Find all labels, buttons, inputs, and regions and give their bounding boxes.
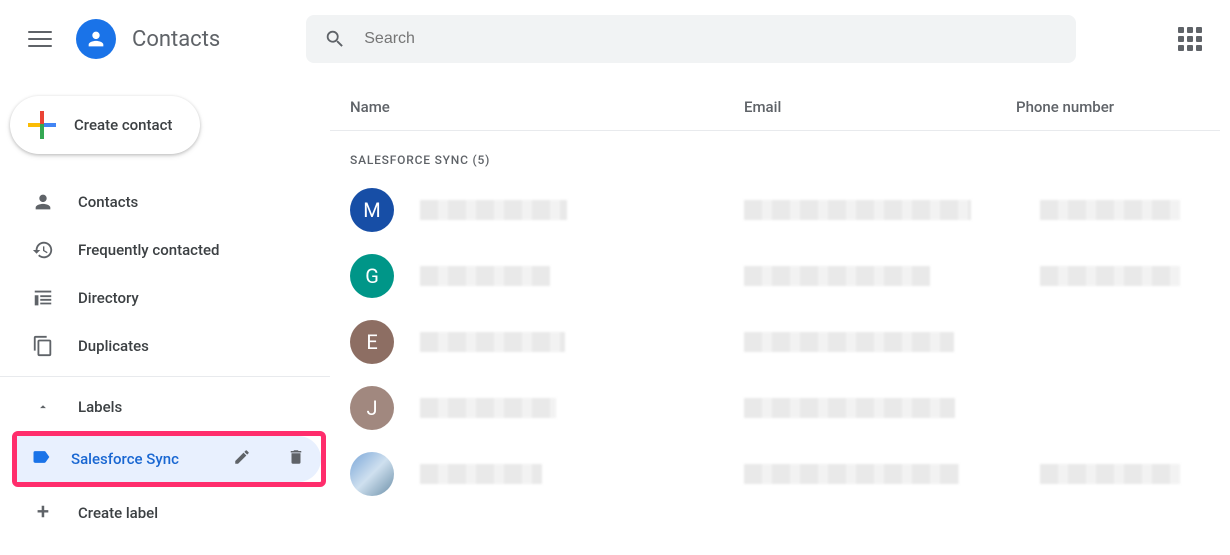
avatar: J — [350, 386, 394, 430]
label-text: Salesforce Sync — [71, 450, 213, 468]
redacted-phone — [1040, 200, 1180, 220]
avatar: M — [350, 188, 394, 232]
app-title: Contacts — [132, 27, 220, 52]
labels-section-header[interactable]: Labels — [0, 383, 330, 431]
section-title: SALESFORCE SYNC (5) — [330, 131, 1220, 177]
sidebar-item-label: Duplicates — [78, 337, 149, 355]
create-contact-label: Create contact — [74, 116, 172, 134]
search-input[interactable] — [364, 30, 1058, 48]
redacted-name — [420, 464, 542, 484]
delete-label-icon[interactable] — [287, 448, 305, 470]
sidebar-item-duplicates[interactable]: Duplicates — [0, 322, 330, 370]
main-menu-icon[interactable] — [28, 27, 52, 51]
create-label-text: Create label — [78, 504, 158, 522]
redacted-phone — [1040, 266, 1180, 286]
duplicates-icon — [32, 335, 54, 357]
redacted-name — [420, 332, 565, 352]
contact-row[interactable] — [330, 441, 1220, 507]
sidebar-item-label: Frequently contacted — [78, 241, 219, 259]
redacted-phone — [1040, 464, 1180, 484]
labels-header-text: Labels — [78, 398, 122, 416]
redacted-email — [744, 398, 955, 418]
search-icon — [324, 28, 346, 50]
app-header: Contacts — [0, 0, 1230, 78]
search-box[interactable] — [306, 15, 1076, 63]
google-apps-icon[interactable] — [1178, 27, 1202, 51]
sidebar: Create contact Contacts Frequently conta… — [0, 78, 330, 535]
person-icon — [32, 191, 54, 213]
directory-icon — [32, 287, 54, 309]
create-label-button[interactable]: + Create label — [0, 491, 330, 535]
avatar: E — [350, 320, 394, 364]
redacted-email — [744, 200, 971, 220]
main-content: Name Email Phone number SALESFORCE SYNC … — [330, 78, 1230, 535]
highlight-annotation: Salesforce Sync — [12, 431, 326, 487]
sidebar-item-label: Contacts — [78, 193, 138, 211]
avatar: G — [350, 254, 394, 298]
contact-row[interactable]: G — [330, 243, 1220, 309]
sidebar-item-label: Directory — [78, 289, 139, 307]
column-header-email: Email — [744, 98, 1016, 116]
contact-row[interactable]: E — [330, 309, 1220, 375]
plus-icon — [28, 111, 56, 139]
redacted-name — [420, 398, 556, 418]
sidebar-item-contacts[interactable]: Contacts — [0, 178, 330, 226]
plus-thin-icon: + — [32, 502, 54, 524]
redacted-email — [744, 464, 959, 484]
column-header-phone: Phone number — [1016, 98, 1200, 116]
redacted-name — [420, 200, 567, 220]
table-header: Name Email Phone number — [330, 88, 1220, 131]
chevron-up-icon — [32, 400, 54, 414]
contacts-logo — [76, 19, 116, 59]
history-icon — [32, 239, 54, 261]
redacted-name — [420, 266, 550, 286]
contact-row[interactable]: J — [330, 375, 1220, 441]
label-icon — [31, 447, 51, 471]
create-contact-button[interactable]: Create contact — [10, 96, 200, 154]
edit-label-icon[interactable] — [233, 448, 251, 470]
redacted-email — [744, 266, 930, 286]
sidebar-divider — [0, 376, 330, 377]
sidebar-item-frequently-contacted[interactable]: Frequently contacted — [0, 226, 330, 274]
column-header-name: Name — [350, 98, 744, 116]
contact-row[interactable]: M — [330, 177, 1220, 243]
redacted-email — [744, 332, 954, 352]
sidebar-item-directory[interactable]: Directory — [0, 274, 330, 322]
avatar — [350, 452, 394, 496]
sidebar-label-salesforce-sync[interactable]: Salesforce Sync — [17, 436, 321, 482]
